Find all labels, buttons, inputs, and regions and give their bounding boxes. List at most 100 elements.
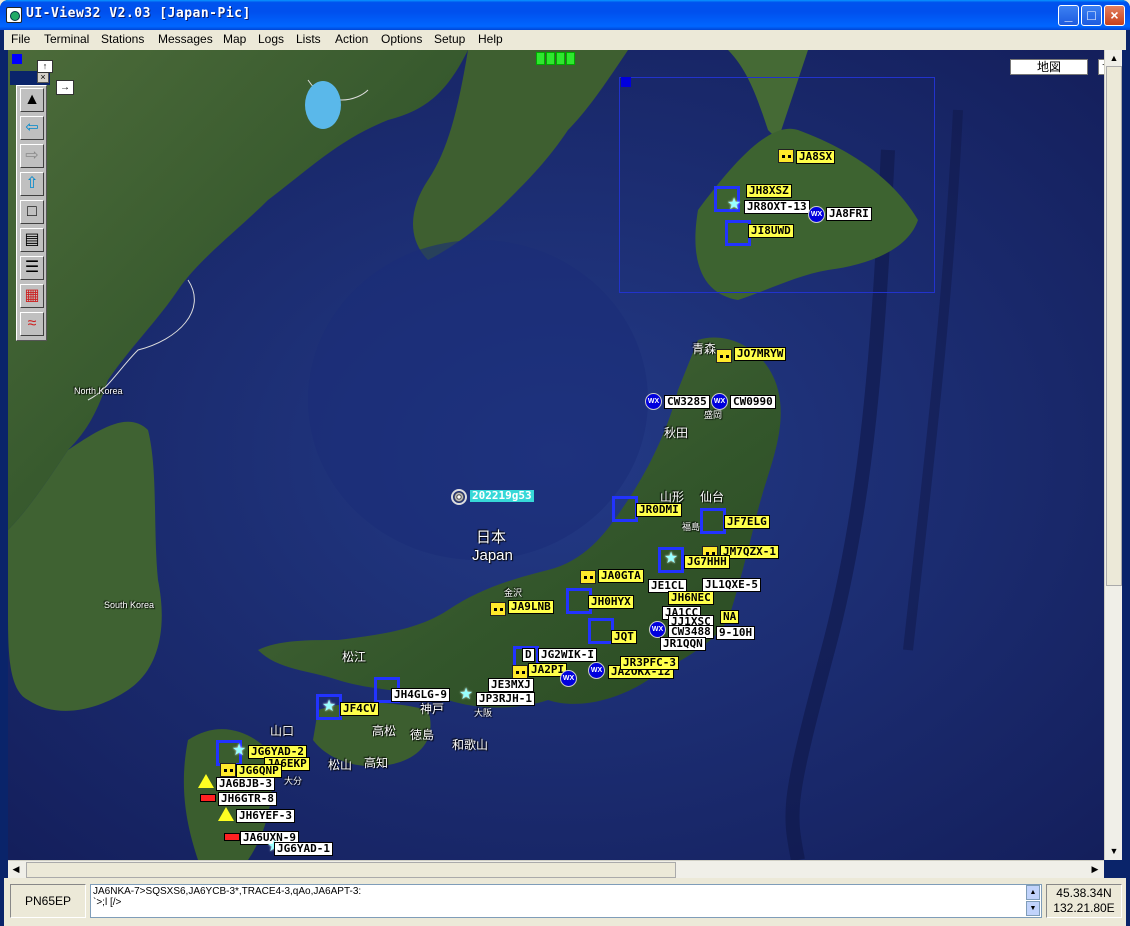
station-label[interactable]: JA8SX xyxy=(796,150,836,164)
menu-lists[interactable]: Lists xyxy=(296,32,321,46)
vertical-scrollbar[interactable]: ▲ ▼ xyxy=(1104,50,1122,860)
menu-options[interactable]: Options xyxy=(381,32,422,46)
menu-help[interactable]: Help xyxy=(478,32,503,46)
list-icon[interactable]: ☰ xyxy=(20,256,44,280)
station-label[interactable]: JH6YEF-3 xyxy=(236,809,295,823)
station-label[interactable]: 202219g53 xyxy=(470,490,534,502)
menu-map[interactable]: Map xyxy=(223,32,246,46)
menu-action[interactable]: Action xyxy=(335,32,368,46)
station-label[interactable]: JR1QQN xyxy=(660,637,706,651)
wx-icon[interactable]: WX xyxy=(645,393,662,410)
horizontal-scroll-thumb[interactable] xyxy=(26,862,676,878)
menu-setup[interactable]: Setup xyxy=(434,32,465,46)
station-label[interactable]: 9-10H xyxy=(716,626,756,640)
wx-icon[interactable]: WX xyxy=(649,621,666,638)
maximize-button[interactable]: □ xyxy=(1081,5,1102,26)
star-icon[interactable]: ★ xyxy=(458,687,474,703)
star-icon[interactable]: ★ xyxy=(231,743,247,759)
station-label[interactable]: JA9LNB xyxy=(508,600,554,614)
close-button[interactable]: × xyxy=(1104,5,1125,26)
station-label[interactable]: JA6BJB-3 xyxy=(216,777,275,791)
station-label[interactable]: CW3285 xyxy=(664,395,710,409)
menu-logs[interactable]: Logs xyxy=(258,32,284,46)
up-arrow-icon[interactable]: ⇧ xyxy=(20,172,44,196)
star-icon[interactable]: ★ xyxy=(726,197,742,213)
title-bar[interactable]: UI-View32 V2.03 [Japan-Pic] _ □ × xyxy=(0,0,1130,30)
scroll-left-icon[interactable]: ◀ xyxy=(9,862,23,876)
station-box-icon[interactable] xyxy=(612,496,638,522)
toolbar-collapse-button[interactable]: ↑ xyxy=(37,60,53,73)
scroll-right-icon[interactable]: ▶ xyxy=(1088,862,1102,876)
menu-terminal[interactable]: Terminal xyxy=(44,32,89,46)
station-label[interactable]: JH8XSZ xyxy=(746,184,792,198)
station-label[interactable]: JH6NEC xyxy=(668,591,714,605)
station-label[interactable]: D xyxy=(522,648,535,662)
wx-icon[interactable]: WX xyxy=(711,393,728,410)
horizontal-scrollbar[interactable]: ◀ ▶ xyxy=(8,860,1104,878)
star-icon[interactable]: ★ xyxy=(321,699,337,715)
station-home-icon[interactable] xyxy=(220,763,236,777)
calendar-icon[interactable]: ▦ xyxy=(20,284,44,308)
station-label[interactable]: JH0HYX xyxy=(588,595,634,609)
station-label[interactable]: JR8OXT-13 xyxy=(744,200,810,214)
scroll-down-icon[interactable]: ▼ xyxy=(1107,844,1121,858)
back-arrow-icon[interactable]: ⇦ xyxy=(20,116,44,140)
monitor-scroll[interactable]: ▲ ▼ xyxy=(1026,885,1040,917)
station-label[interactable]: JG6YAD-1 xyxy=(274,842,333,856)
star-icon[interactable]: ★ xyxy=(663,551,679,567)
station-label[interactable]: JF7ELG xyxy=(724,515,770,529)
station-box-icon[interactable] xyxy=(700,508,726,534)
station-label[interactable]: JH6GTR-8 xyxy=(218,792,277,806)
monitor-text[interactable]: JA6NKA-7>SQSXS6,JA6YCB-3*,TRACE4-3,qAo,J… xyxy=(90,884,1042,918)
car-icon[interactable] xyxy=(224,833,240,841)
minimize-button[interactable]: _ xyxy=(1058,5,1079,26)
square-icon[interactable]: □ xyxy=(20,200,44,224)
terminal-icon[interactable]: ▤ xyxy=(20,228,44,252)
monitor-scroll-down-icon[interactable]: ▼ xyxy=(1026,901,1040,916)
map-view[interactable]: North Korea South Korea 日本 Japan 青森 盛岡 秋… xyxy=(8,50,1104,860)
station-label[interactable]: JA8FRI xyxy=(826,207,872,221)
station-label[interactable]: JO7MRYW xyxy=(734,347,787,361)
station-label[interactable]: JL1QXE-5 xyxy=(702,578,761,592)
toolbar-expand-button[interactable]: → xyxy=(56,80,74,95)
triangle-icon[interactable] xyxy=(198,774,214,788)
station-label[interactable]: JF4CV xyxy=(340,702,380,716)
wx-icon[interactable]: WX xyxy=(808,206,825,223)
menu-messages[interactable]: Messages xyxy=(158,32,213,46)
map-toolbar: ▲ ⇦ ⇨ ⇧ □ ▤ ☰ ▦ ≈ xyxy=(16,85,47,341)
app-icon[interactable] xyxy=(6,7,22,23)
station-label[interactable]: JP3RJH-1 xyxy=(476,692,535,706)
station-label[interactable]: JR0DMI xyxy=(636,503,682,517)
menu-stations[interactable]: Stations xyxy=(101,32,144,46)
station-home-icon[interactable] xyxy=(778,149,794,163)
wx-icon[interactable]: WX xyxy=(560,670,577,687)
station-label[interactable]: JE3MXJ xyxy=(488,678,534,692)
station-label[interactable]: JQT xyxy=(611,630,637,644)
station-label[interactable]: NA xyxy=(720,610,740,624)
waves-icon[interactable]: ≈ xyxy=(20,312,44,336)
menu-file[interactable]: File xyxy=(11,32,30,46)
scroll-up-icon[interactable]: ▲ xyxy=(1107,51,1121,65)
station-label[interactable]: JH4GLG-9 xyxy=(391,688,450,702)
station-home-icon[interactable] xyxy=(490,602,506,616)
station-label[interactable]: CW0990 xyxy=(730,395,776,409)
station-home-icon[interactable] xyxy=(716,349,732,363)
monitor-scroll-up-icon[interactable]: ▲ xyxy=(1026,885,1040,900)
vertical-scroll-thumb[interactable] xyxy=(1106,66,1122,586)
station-label[interactable]: JA0GTA xyxy=(598,569,644,583)
triangle-icon[interactable] xyxy=(218,807,234,821)
station-label[interactable]: JI8UWD xyxy=(748,224,794,238)
station-home-icon[interactable] xyxy=(580,570,596,584)
map-name-button[interactable]: 地図 xyxy=(1010,59,1088,75)
station-label[interactable]: JG2WIK-I xyxy=(538,648,597,662)
zoom-selection-corner[interactable] xyxy=(621,77,631,87)
station-label[interactable]: JG7HHH xyxy=(684,555,730,569)
map-icon[interactable]: ▲ xyxy=(20,88,44,112)
target-icon[interactable] xyxy=(451,489,467,505)
forward-arrow-icon[interactable]: ⇨ xyxy=(20,144,44,168)
station-label[interactable]: JG6QNP xyxy=(236,764,282,778)
wx-icon[interactable]: WX xyxy=(588,662,605,679)
station-label[interactable]: JR3PFC-3 xyxy=(620,656,679,670)
station-home-icon[interactable] xyxy=(512,665,528,679)
car-icon[interactable] xyxy=(200,794,216,802)
